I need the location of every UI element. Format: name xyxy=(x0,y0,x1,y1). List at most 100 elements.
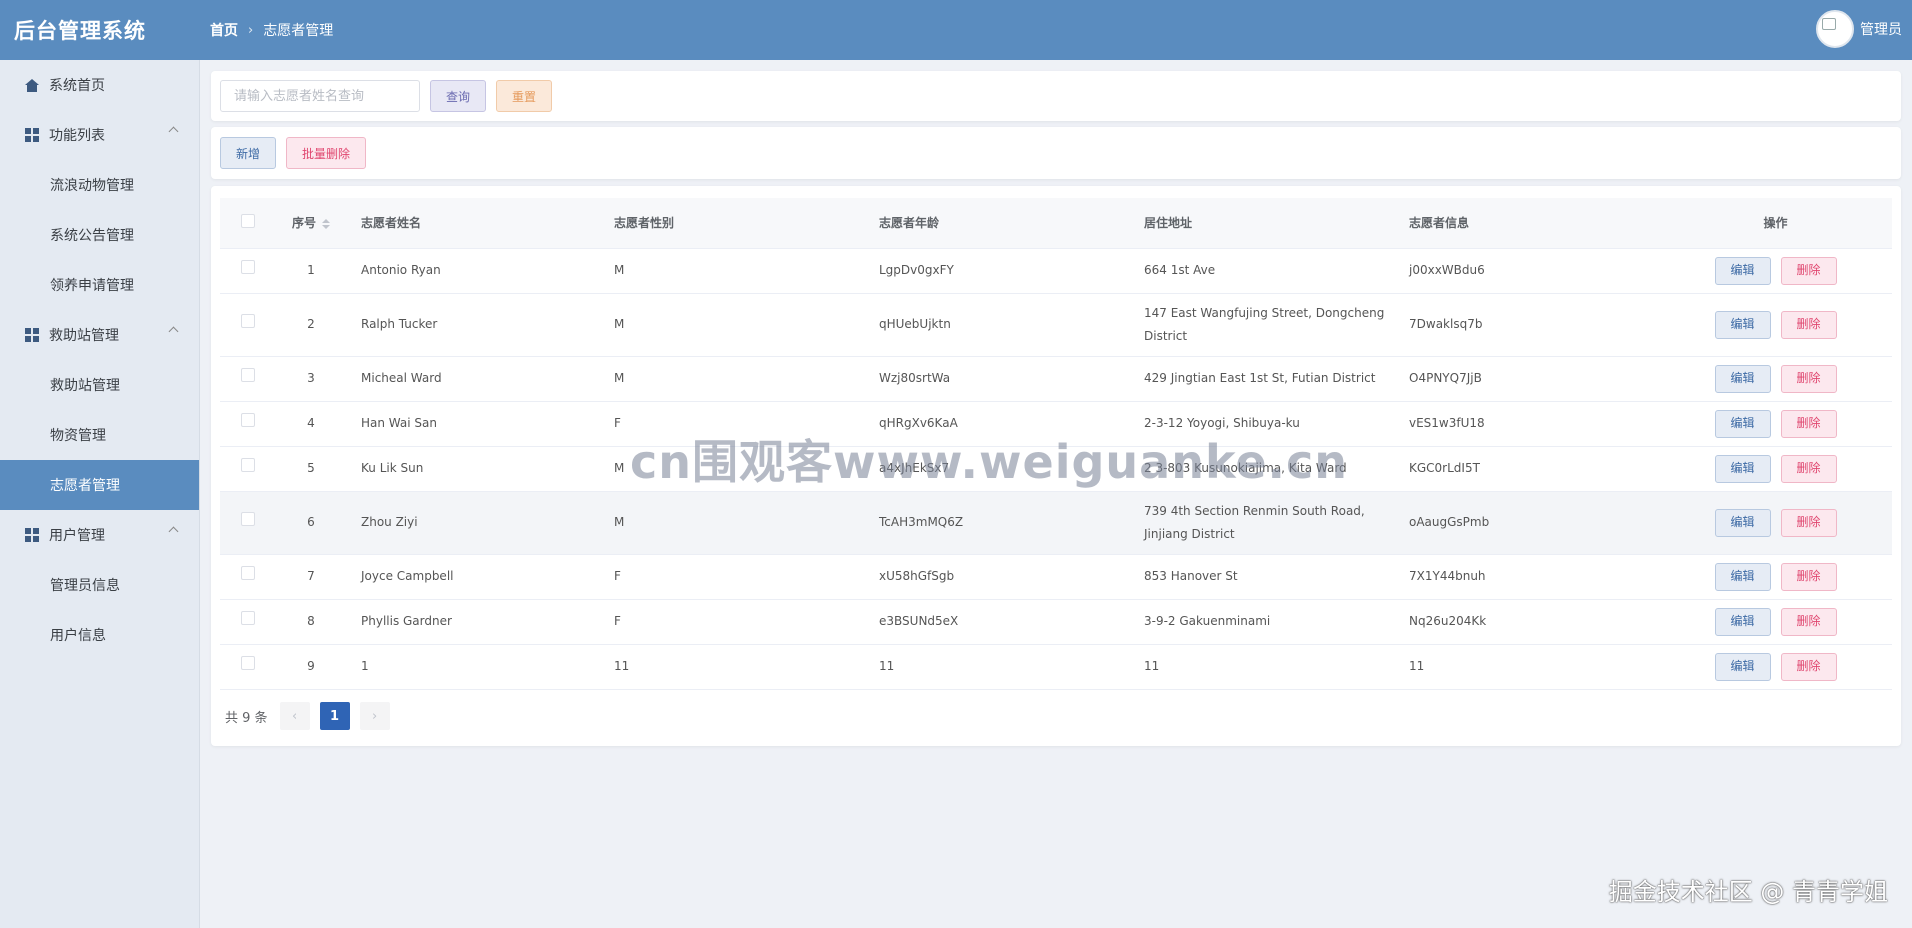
reset-button[interactable]: 重置 xyxy=(496,80,552,112)
table-row: 9 1 11 11 11 11 编辑 删除 xyxy=(220,644,1892,690)
delete-button[interactable]: 删除 xyxy=(1780,607,1837,636)
sidebar-item-home[interactable]: 系统首页 xyxy=(0,60,199,110)
delete-button[interactable]: 删除 xyxy=(1780,256,1837,285)
sidebar-item-volunteers[interactable]: 志愿者管理 xyxy=(0,460,199,510)
edit-button[interactable]: 编辑 xyxy=(1714,652,1771,681)
sidebar-item-label: 功能列表 xyxy=(49,128,105,144)
cell-actions: 编辑 删除 xyxy=(1659,401,1892,447)
cell-no: 8 xyxy=(275,599,347,645)
cell-actions: 编辑 删除 xyxy=(1659,491,1892,555)
delete-button[interactable]: 删除 xyxy=(1780,364,1837,393)
sidebar-item-label: 物资管理 xyxy=(50,428,106,444)
edit-button[interactable]: 编辑 xyxy=(1714,562,1771,591)
delete-button[interactable]: 删除 xyxy=(1780,508,1837,537)
cell-age: qHUebUjktn xyxy=(879,293,1144,357)
column-header-gender: 志愿者性别 xyxy=(614,198,879,249)
prev-page-icon[interactable]: ‹ xyxy=(279,702,310,730)
row-checkbox[interactable] xyxy=(240,656,255,670)
delete-button[interactable]: 删除 xyxy=(1780,652,1837,681)
cell-info: vES1w3fU18 xyxy=(1409,401,1659,447)
cell-no: 4 xyxy=(275,401,347,447)
sidebar-item-adoption-requests[interactable]: 领养申请管理 xyxy=(0,260,199,310)
column-header-actions: 操作 xyxy=(1659,198,1892,249)
cell-address: 664 1st Ave xyxy=(1144,248,1409,294)
select-all-checkbox[interactable] xyxy=(240,214,255,229)
cell-name: Han Wai San xyxy=(347,401,614,447)
search-panel: 查询 重置 xyxy=(211,71,1901,121)
edit-button[interactable]: 编辑 xyxy=(1714,508,1771,537)
edit-button[interactable]: 编辑 xyxy=(1714,454,1771,483)
add-button[interactable]: 新增 xyxy=(220,137,276,169)
cell-address: 853 Hanover St xyxy=(1144,554,1409,600)
sidebar-item-label: 领养申请管理 xyxy=(50,278,134,294)
sort-icon[interactable] xyxy=(322,218,330,229)
delete-button[interactable]: 删除 xyxy=(1780,454,1837,483)
sidebar-item-user-info[interactable]: 用户信息 xyxy=(0,610,199,660)
sidebar-item-stray-animals[interactable]: 流浪动物管理 xyxy=(0,160,199,210)
cell-age: e3BSUNd5eX xyxy=(879,599,1144,645)
sidebar-item-admin-info[interactable]: 管理员信息 xyxy=(0,560,199,610)
search-input[interactable] xyxy=(220,80,420,112)
edit-button[interactable]: 编辑 xyxy=(1714,256,1771,285)
batch-delete-button[interactable]: 批量删除 xyxy=(286,137,366,169)
cell-no: 6 xyxy=(275,491,347,555)
table-row: 7 Joyce Campbell FxU58hGfSgb 853 Hanover St… xyxy=(220,554,1892,600)
cell-no: 2 xyxy=(275,293,347,357)
cell-actions: 编辑 删除 xyxy=(1659,599,1892,645)
table-header-row: 序号 志愿者姓名 志愿者性别 志愿者年龄 居住地址 志愿者信息 操作 xyxy=(220,198,1892,249)
cell-gender: F xyxy=(614,599,879,645)
query-button[interactable]: 查询 xyxy=(430,80,486,112)
user-menu[interactable]: 管理员 xyxy=(1816,10,1902,48)
sidebar-group-rescue-station[interactable]: 救助站管理 xyxy=(0,310,199,360)
delete-button[interactable]: 删除 xyxy=(1780,310,1837,339)
watermark-corner: 掘金技术社区 @ 青青学姐 xyxy=(1608,878,1888,906)
grid-icon xyxy=(24,327,40,343)
grid-icon xyxy=(24,527,40,543)
cell-actions: 编辑 删除 xyxy=(1659,446,1892,492)
sidebar-item-rescue-station[interactable]: 救助站管理 xyxy=(0,360,199,410)
sidebar-item-announcements[interactable]: 系统公告管理 xyxy=(0,210,199,260)
page-number-button[interactable]: 1 xyxy=(319,702,350,730)
column-header-no[interactable]: 序号 xyxy=(275,198,347,249)
watermark-center: cn围观客www.weiguanke.cn xyxy=(630,435,1349,489)
cell-info: 7X1Y44bnuh xyxy=(1409,554,1659,600)
delete-button[interactable]: 删除 xyxy=(1780,409,1837,438)
edit-button[interactable]: 编辑 xyxy=(1714,607,1771,636)
cell-gender: M xyxy=(614,293,879,357)
avatar[interactable] xyxy=(1816,10,1854,48)
row-checkbox[interactable] xyxy=(240,458,255,472)
sidebar-group-user-management[interactable]: 用户管理 xyxy=(0,510,199,560)
sidebar-group-function-list[interactable]: 功能列表 xyxy=(0,110,199,160)
row-checkbox[interactable] xyxy=(240,413,255,427)
table-row: 2 Ralph Tucker MqHUebUjktn 147 East Wangfuj… xyxy=(220,293,1892,357)
pagination: 共 9 条 ‹ 1 › xyxy=(225,702,400,730)
cell-address: 11 xyxy=(1144,644,1409,690)
row-checkbox[interactable] xyxy=(240,566,255,580)
chevron-up-icon xyxy=(168,326,179,337)
delete-button[interactable]: 删除 xyxy=(1780,562,1837,591)
pagination-total: 共 9 条 xyxy=(225,710,268,726)
actions-panel: 新增 批量删除 xyxy=(211,127,1901,179)
row-checkbox[interactable] xyxy=(240,260,255,274)
cell-info: oAaugGsPmb xyxy=(1409,491,1659,555)
cell-no: 1 xyxy=(275,248,347,294)
row-checkbox[interactable] xyxy=(240,512,255,526)
top-header: 后台管理系统 首页 › 志愿者管理 管理员 xyxy=(0,0,1912,60)
row-checkbox[interactable] xyxy=(240,611,255,625)
cell-no: 7 xyxy=(275,554,347,600)
row-checkbox[interactable] xyxy=(240,368,255,382)
next-page-icon[interactable]: › xyxy=(359,702,390,730)
breadcrumb-home[interactable]: 首页 xyxy=(210,20,238,40)
cell-no: 5 xyxy=(275,446,347,492)
sidebar-item-label: 救助站管理 xyxy=(49,328,119,344)
row-checkbox[interactable] xyxy=(240,314,255,328)
edit-button[interactable]: 编辑 xyxy=(1714,364,1771,393)
edit-button[interactable]: 编辑 xyxy=(1714,409,1771,438)
edit-button[interactable]: 编辑 xyxy=(1714,310,1771,339)
cell-actions: 编辑 删除 xyxy=(1659,356,1892,402)
cell-address: 739 4th Section Renmin South Road, Jinji… xyxy=(1144,491,1409,555)
sidebar-item-supplies[interactable]: 物资管理 xyxy=(0,410,199,460)
user-name[interactable]: 管理员 xyxy=(1860,19,1902,39)
cell-info: O4PNYQ7JjB xyxy=(1409,356,1659,402)
cell-no: 3 xyxy=(275,356,347,402)
